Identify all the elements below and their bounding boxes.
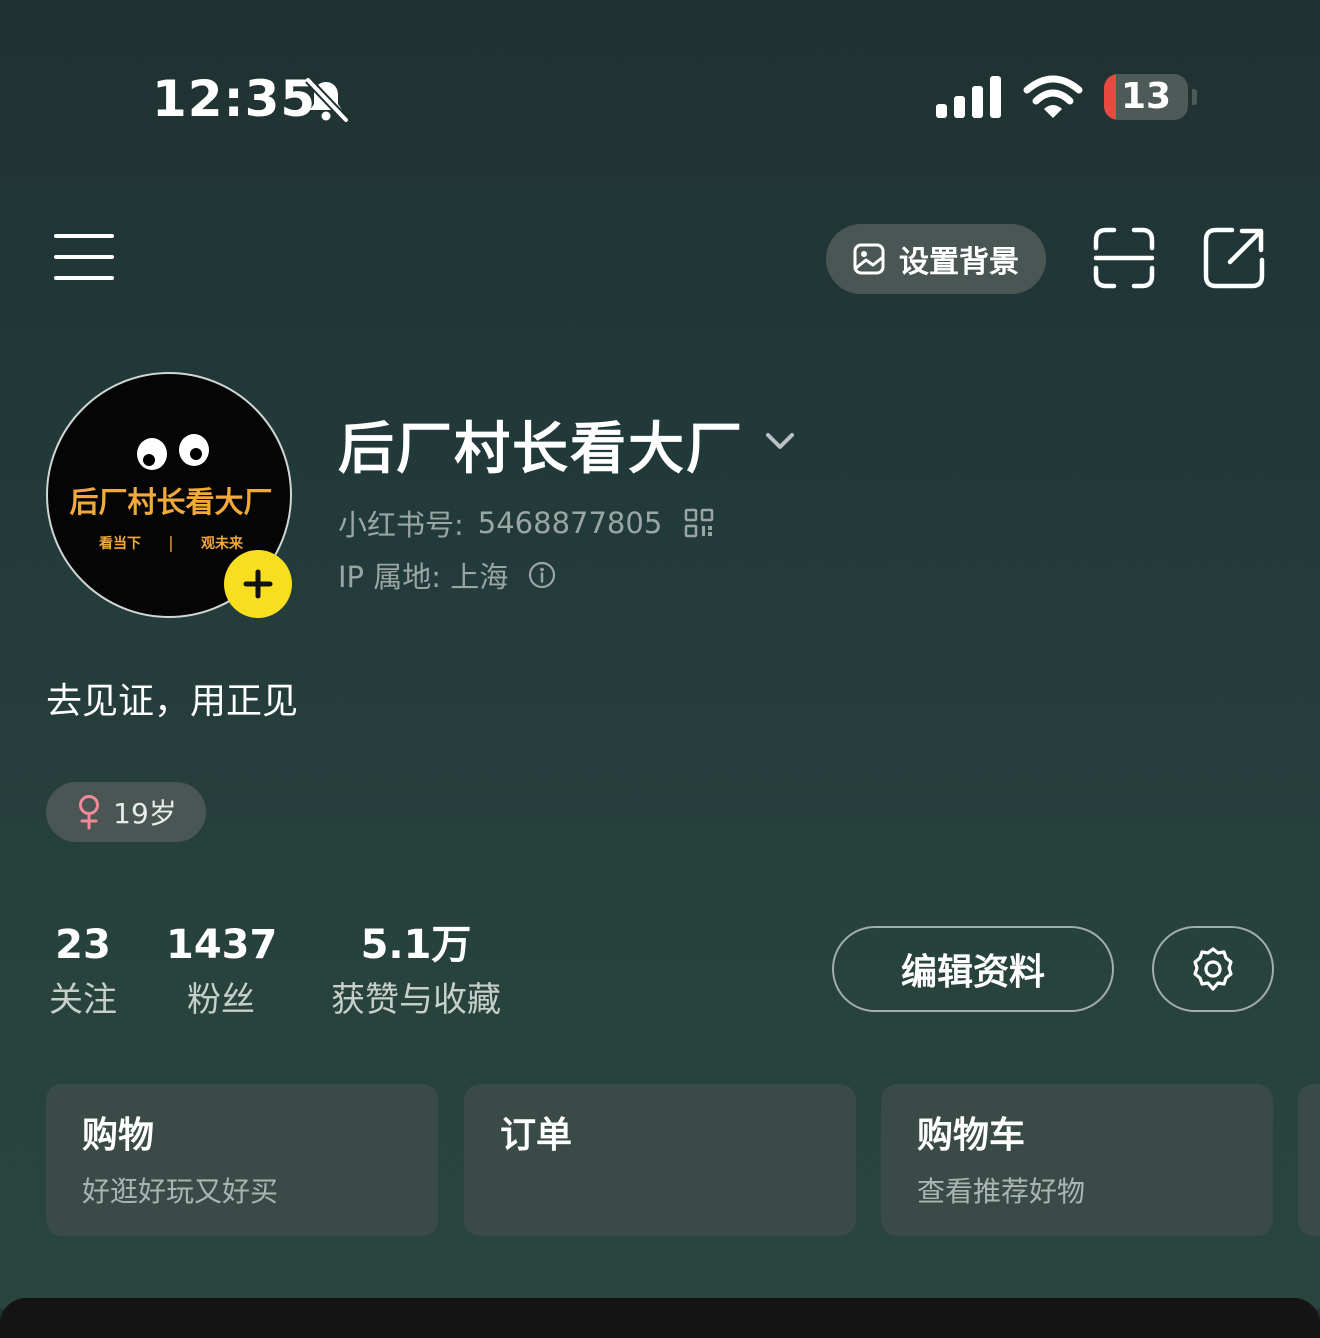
profile-bio: 去见证，用正见 [46,681,299,722]
chevron-down-icon[interactable] [764,428,796,454]
signal-icon [936,76,1001,118]
qr-code-icon[interactable] [684,508,714,538]
followers-label: 粉丝 [187,980,255,1020]
orders-card[interactable]: 订单 [464,1084,856,1236]
avatar-subtitle-left: 看当下 [98,535,141,552]
likes-collects-label: 获赞与收藏 [331,980,501,1020]
stat-following[interactable]: 23 关注 [40,920,126,1022]
image-icon [853,243,885,275]
following-count: 23 [55,922,111,968]
gender-age-tag: 19岁 [46,782,206,842]
xhs-id-label: 小红书号: [338,508,464,542]
ip-location-row: IP 属地: 上海 [338,554,556,596]
cart-card-title: 购物车 [917,1115,1026,1156]
battery-cap [1192,89,1197,105]
ip-label: IP 属地: [338,560,442,594]
set-background-label: 设置背景 [899,245,1019,280]
battery-percent: 13 [1120,76,1172,117]
stat-likes-collects[interactable]: 5.1万 获赞与收藏 [316,920,516,1022]
stat-followers[interactable]: 1437 粉丝 [166,920,278,1022]
orders-card-title: 订单 [500,1115,573,1156]
cart-card[interactable]: 购物车 查看推荐好物 [881,1084,1273,1236]
next-card-peek[interactable] [1298,1084,1320,1236]
gear-icon [1193,947,1233,991]
bell-off-icon [305,77,349,123]
battery-indicator: 13 [1104,74,1188,120]
share-icon[interactable] [1202,226,1266,290]
avatar-subtitle-separator: | [168,533,173,552]
likes-collects-count: 5.1万 [360,922,472,968]
menu-icon[interactable] [54,232,114,282]
following-label: 关注 [49,980,117,1020]
ip-location-value: 上海 [450,560,509,594]
avatar-title: 后厂村长看大厂 [69,485,272,519]
female-icon [79,795,100,830]
xhs-id-row[interactable]: 小红书号: 5468877805 [338,502,714,544]
xhs-id-value: 5468877805 [477,506,663,540]
bottom-sheet [0,1298,1320,1338]
set-background-button[interactable]: 设置背景 [826,224,1046,294]
cart-card-subtitle: 查看推荐好物 [917,1175,1086,1208]
shopping-card-title: 购物 [82,1115,155,1156]
scan-icon[interactable] [1092,226,1156,290]
profile-nickname[interactable]: 后厂村长看大厂 [338,404,744,485]
settings-button[interactable] [1152,926,1274,1012]
ip-location-text: IP 属地: 上海 [338,554,508,596]
plus-icon [243,569,273,599]
add-avatar-button[interactable] [224,550,292,618]
status-time: 12:35 [152,70,317,128]
info-icon[interactable] [528,561,556,589]
edit-profile-button[interactable]: 编辑资料 [832,926,1114,1012]
wifi-icon [1023,75,1083,118]
age-text: 19岁 [113,797,177,830]
shopping-card[interactable]: 购物 好逛好玩又好买 [46,1084,438,1236]
avatar-subtitle-right: 观未来 [201,535,244,552]
followers-count: 1437 [166,922,278,968]
shopping-card-subtitle: 好逛好玩又好买 [82,1175,279,1208]
